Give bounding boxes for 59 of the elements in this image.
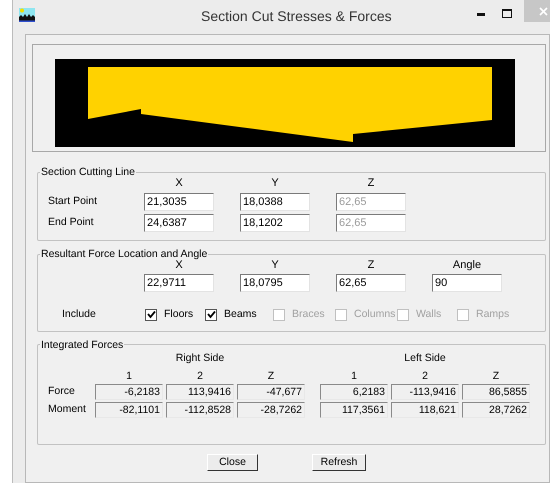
number-field[interactable]: 90 bbox=[432, 274, 502, 292]
column-header: 2 bbox=[421, 370, 429, 382]
include-label: Include bbox=[61, 307, 97, 322]
group-title: Integrated Forces bbox=[40, 338, 124, 351]
result-field: 28,7262 bbox=[462, 402, 530, 418]
column-header: Y bbox=[270, 259, 280, 272]
window-title: Section Cut Stresses & Forces bbox=[201, 7, 392, 26]
column-header: 1 bbox=[350, 370, 358, 382]
checkbox-label: Walls bbox=[416, 307, 442, 322]
number-field[interactable]: 18,1202 bbox=[240, 214, 310, 232]
result-field: -82,1101 bbox=[95, 402, 163, 418]
group-header: Left Side bbox=[403, 350, 447, 366]
checkbox-label: Ramps bbox=[476, 307, 510, 322]
result-field: 6,2183 bbox=[320, 384, 388, 400]
row-label: End Point bbox=[47, 215, 95, 230]
checkbox-label: Columns bbox=[354, 307, 396, 322]
result-field: -6,2183 bbox=[95, 384, 163, 400]
column-header: Y bbox=[270, 177, 280, 190]
minimize-icon[interactable] bbox=[477, 13, 485, 16]
column-header: X bbox=[174, 177, 184, 190]
column-header: Z bbox=[366, 177, 376, 190]
checkbox-label: Braces bbox=[292, 307, 325, 322]
result-field: 113,9416 bbox=[166, 384, 234, 400]
checkbox[interactable] bbox=[145, 308, 157, 321]
column-header: Z bbox=[366, 259, 376, 272]
result-field: 118,621 bbox=[391, 402, 459, 418]
result-field: -113,9416 bbox=[391, 384, 459, 400]
number-field[interactable]: 24,6387 bbox=[144, 214, 214, 232]
checkbox-label: Beams bbox=[224, 307, 257, 322]
column-header: X bbox=[174, 259, 183, 272]
result-field: -47,677 bbox=[237, 384, 305, 400]
dialog-button[interactable]: Close bbox=[207, 454, 258, 471]
group-header: Right Side bbox=[174, 350, 226, 366]
number-field[interactable]: 18,0388 bbox=[240, 193, 310, 211]
column-header: Angle bbox=[452, 259, 482, 272]
app-icon bbox=[19, 8, 35, 22]
checkbox-label: Floors bbox=[164, 307, 194, 322]
group-title: Resultant Force Location and Angle bbox=[40, 248, 208, 260]
row-label: Moment bbox=[47, 402, 87, 417]
result-field: -112,8528 bbox=[166, 402, 234, 418]
number-field[interactable]: 21,3035 bbox=[144, 193, 214, 211]
row-label: Force bbox=[47, 384, 76, 399]
number-field[interactable]: 62,65 bbox=[336, 274, 406, 292]
row-label: Start Point bbox=[47, 194, 98, 210]
result-field: 117,3561 bbox=[320, 402, 388, 418]
maximize-icon[interactable] bbox=[502, 9, 512, 18]
column-header: Z bbox=[266, 370, 276, 382]
column-header: Z bbox=[492, 370, 500, 382]
close-icon bbox=[539, 6, 548, 16]
close-button[interactable] bbox=[524, 0, 550, 22]
result-field: -28,7262 bbox=[237, 402, 305, 418]
group-title: Section Cutting Line bbox=[40, 166, 136, 178]
number-field[interactable]: 18,0795 bbox=[240, 274, 310, 292]
column-header: 2 bbox=[196, 370, 204, 382]
checkbox[interactable] bbox=[205, 308, 217, 321]
result-field: 86,5855 bbox=[462, 384, 530, 400]
column-header: 1 bbox=[125, 370, 133, 382]
number-field[interactable]: 22,9711 bbox=[144, 274, 214, 292]
dialog-button[interactable]: Refresh bbox=[312, 454, 366, 471]
